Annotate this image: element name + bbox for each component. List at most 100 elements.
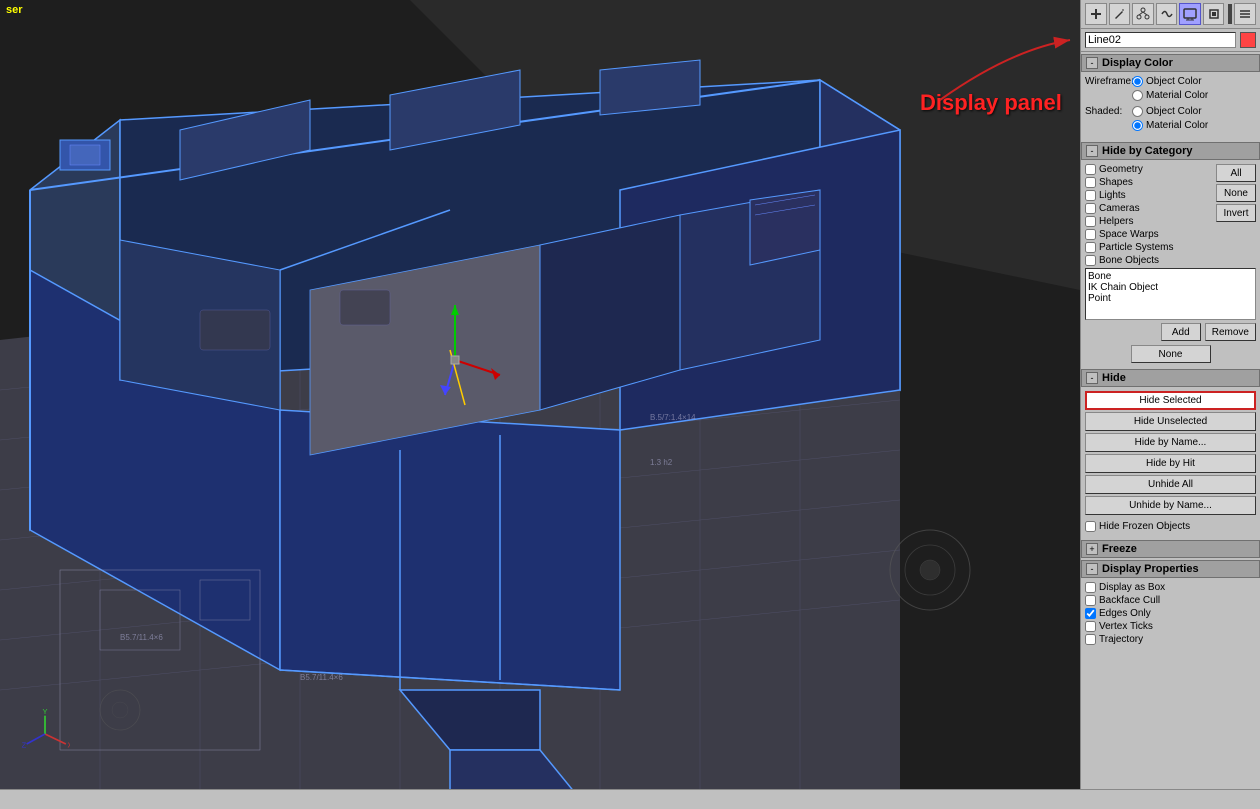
svg-text:Z: Z <box>22 740 27 749</box>
unhide-all-button[interactable]: Unhide All <box>1085 475 1256 494</box>
space-warps-label[interactable]: Space Warps <box>1099 229 1159 240</box>
particle-systems-label[interactable]: Particle Systems <box>1099 242 1173 253</box>
lights-checkbox[interactable] <box>1085 190 1096 201</box>
display-properties-header[interactable]: - Display Properties <box>1081 560 1260 578</box>
extra-icon[interactable] <box>1234 3 1256 25</box>
space-warps-checkbox[interactable] <box>1085 229 1096 240</box>
shaded-material-color-radio[interactable] <box>1132 120 1143 131</box>
freeze-header[interactable]: + Freeze <box>1081 540 1260 558</box>
display-panel-icon[interactable] <box>1179 3 1201 25</box>
scene-svg: B5.7/11.4×6 B5.7/11.4×6 B.5/7:1.4×14 1.3… <box>0 0 1080 789</box>
display-as-box-label[interactable]: Display as Box <box>1099 582 1165 593</box>
wireframe-object-color-radio[interactable] <box>1132 76 1143 87</box>
svg-text:B5.7/11.4×6: B5.7/11.4×6 <box>300 673 343 682</box>
modify-panel-icon[interactable] <box>1109 3 1131 25</box>
hide-selected-button[interactable]: Hide Selected <box>1085 391 1256 410</box>
shapes-label[interactable]: Shapes <box>1099 177 1133 188</box>
create-panel-icon[interactable] <box>1085 3 1107 25</box>
hierarchy-panel-icon[interactable] <box>1132 3 1154 25</box>
vertex-ticks-checkbox[interactable] <box>1085 621 1096 632</box>
add-bone-button[interactable]: Add <box>1161 323 1201 341</box>
bone-btn-row: Add Remove <box>1085 323 1256 341</box>
status-bar <box>0 789 1260 809</box>
hide-frozen-label[interactable]: Hide Frozen Objects <box>1099 521 1190 532</box>
display-color-collapse[interactable]: - <box>1086 57 1098 69</box>
object-color-swatch[interactable] <box>1240 32 1256 48</box>
backface-cull-checkbox[interactable] <box>1085 595 1096 606</box>
panel-icons-row <box>1081 0 1260 29</box>
hbc-layout: Geometry Shapes Lights Cameras <box>1085 164 1256 268</box>
cameras-label[interactable]: Cameras <box>1099 203 1140 214</box>
hide-by-category-title: Hide by Category <box>1102 145 1192 157</box>
bone-list-item-ik: IK Chain Object <box>1088 282 1253 293</box>
hide-frozen-checkbox[interactable] <box>1085 521 1096 532</box>
hide-content: Hide Selected Hide Unselected Hide by Na… <box>1081 387 1260 538</box>
shaded-material-color-row: Material Color <box>1132 120 1208 131</box>
backface-cull-label[interactable]: Backface Cull <box>1099 595 1160 606</box>
wireframe-row: Wireframe: Object Color Material Color <box>1085 76 1256 103</box>
none-button-hbc[interactable]: None <box>1216 184 1256 202</box>
invert-button[interactable]: Invert <box>1216 204 1256 222</box>
svg-text:X: X <box>68 740 71 749</box>
hide-by-hit-button[interactable]: Hide by Hit <box>1085 454 1256 473</box>
hide-by-category-collapse[interactable]: - <box>1086 145 1098 157</box>
hide-header[interactable]: - Hide <box>1081 369 1260 387</box>
hbc-buttons: All None Invert <box>1216 164 1256 268</box>
trajectory-label[interactable]: Trajectory <box>1099 634 1143 645</box>
shapes-checkbox[interactable] <box>1085 177 1096 188</box>
trajectory-checkbox[interactable] <box>1085 634 1096 645</box>
display-color-title: Display Color <box>1102 57 1173 69</box>
bone-list-item-point: Point <box>1088 293 1253 304</box>
bone-list-item-bone: Bone <box>1088 271 1253 282</box>
bone-objects-label[interactable]: Bone Objects <box>1099 255 1159 266</box>
shaded-object-color-label[interactable]: Object Color <box>1146 106 1202 117</box>
display-properties-content: Display as Box Backface Cull Edges Only … <box>1081 578 1260 651</box>
all-button[interactable]: All <box>1216 164 1256 182</box>
shaded-material-color-label[interactable]: Material Color <box>1146 120 1208 131</box>
display-properties-title: Display Properties <box>1102 563 1199 575</box>
hide-by-name-button[interactable]: Hide by Name... <box>1085 433 1256 452</box>
viewport-area[interactable]: B5.7/11.4×6 B5.7/11.4×6 B.5/7:1.4×14 1.3… <box>0 0 1080 789</box>
hide-frozen-row: Hide Frozen Objects <box>1085 521 1256 532</box>
wireframe-radio-group: Object Color Material Color <box>1132 76 1208 103</box>
svg-text:B5.7/11.4×6: B5.7/11.4×6 <box>120 633 163 642</box>
edges-only-checkbox[interactable] <box>1085 608 1096 619</box>
hbc-checks: Geometry Shapes Lights Cameras <box>1085 164 1208 268</box>
edges-only-label[interactable]: Edges Only <box>1099 608 1151 619</box>
shaded-object-color-radio[interactable] <box>1132 106 1143 117</box>
display-properties-collapse[interactable]: - <box>1086 563 1098 575</box>
unhide-by-name-button[interactable]: Unhide by Name... <box>1085 496 1256 515</box>
main-container: B5.7/11.4×6 B5.7/11.4×6 B.5/7:1.4×14 1.3… <box>0 0 1260 809</box>
none-button-bottom[interactable]: None <box>1131 345 1211 363</box>
wireframe-object-color-label[interactable]: Object Color <box>1146 76 1202 87</box>
utilities-panel-icon[interactable] <box>1203 3 1225 25</box>
helpers-label[interactable]: Helpers <box>1099 216 1133 227</box>
particle-systems-check-row: Particle Systems <box>1085 242 1208 253</box>
wireframe-material-color-label[interactable]: Material Color <box>1146 90 1208 101</box>
geometry-check-row: Geometry <box>1085 164 1208 175</box>
bone-objects-checkbox[interactable] <box>1085 255 1096 266</box>
freeze-collapse[interactable]: + <box>1086 543 1098 555</box>
display-color-header[interactable]: - Display Color <box>1081 54 1260 72</box>
geometry-checkbox[interactable] <box>1085 164 1096 175</box>
geometry-label[interactable]: Geometry <box>1099 164 1143 175</box>
wireframe-material-color-radio[interactable] <box>1132 90 1143 101</box>
hide-collapse[interactable]: - <box>1086 372 1098 384</box>
lights-label[interactable]: Lights <box>1099 190 1126 201</box>
motion-panel-icon[interactable] <box>1156 3 1178 25</box>
remove-bone-button[interactable]: Remove <box>1205 323 1256 341</box>
vertex-ticks-label[interactable]: Vertex Ticks <box>1099 621 1153 632</box>
svg-text:Y: Y <box>43 709 48 716</box>
shaded-row: Shaded: Object Color Material Color <box>1085 106 1256 133</box>
hide-by-category-header[interactable]: - Hide by Category <box>1081 142 1260 160</box>
display-as-box-checkbox[interactable] <box>1085 582 1096 593</box>
hide-title: Hide <box>1102 372 1126 384</box>
trajectory-row: Trajectory <box>1085 634 1256 645</box>
particle-systems-checkbox[interactable] <box>1085 242 1096 253</box>
object-name-input[interactable] <box>1085 32 1236 48</box>
hide-unselected-button[interactable]: Hide Unselected <box>1085 412 1256 431</box>
helpers-checkbox[interactable] <box>1085 216 1096 227</box>
cameras-checkbox[interactable] <box>1085 203 1096 214</box>
shaded-object-color-row: Object Color <box>1132 106 1208 117</box>
display-as-box-row: Display as Box <box>1085 582 1256 593</box>
